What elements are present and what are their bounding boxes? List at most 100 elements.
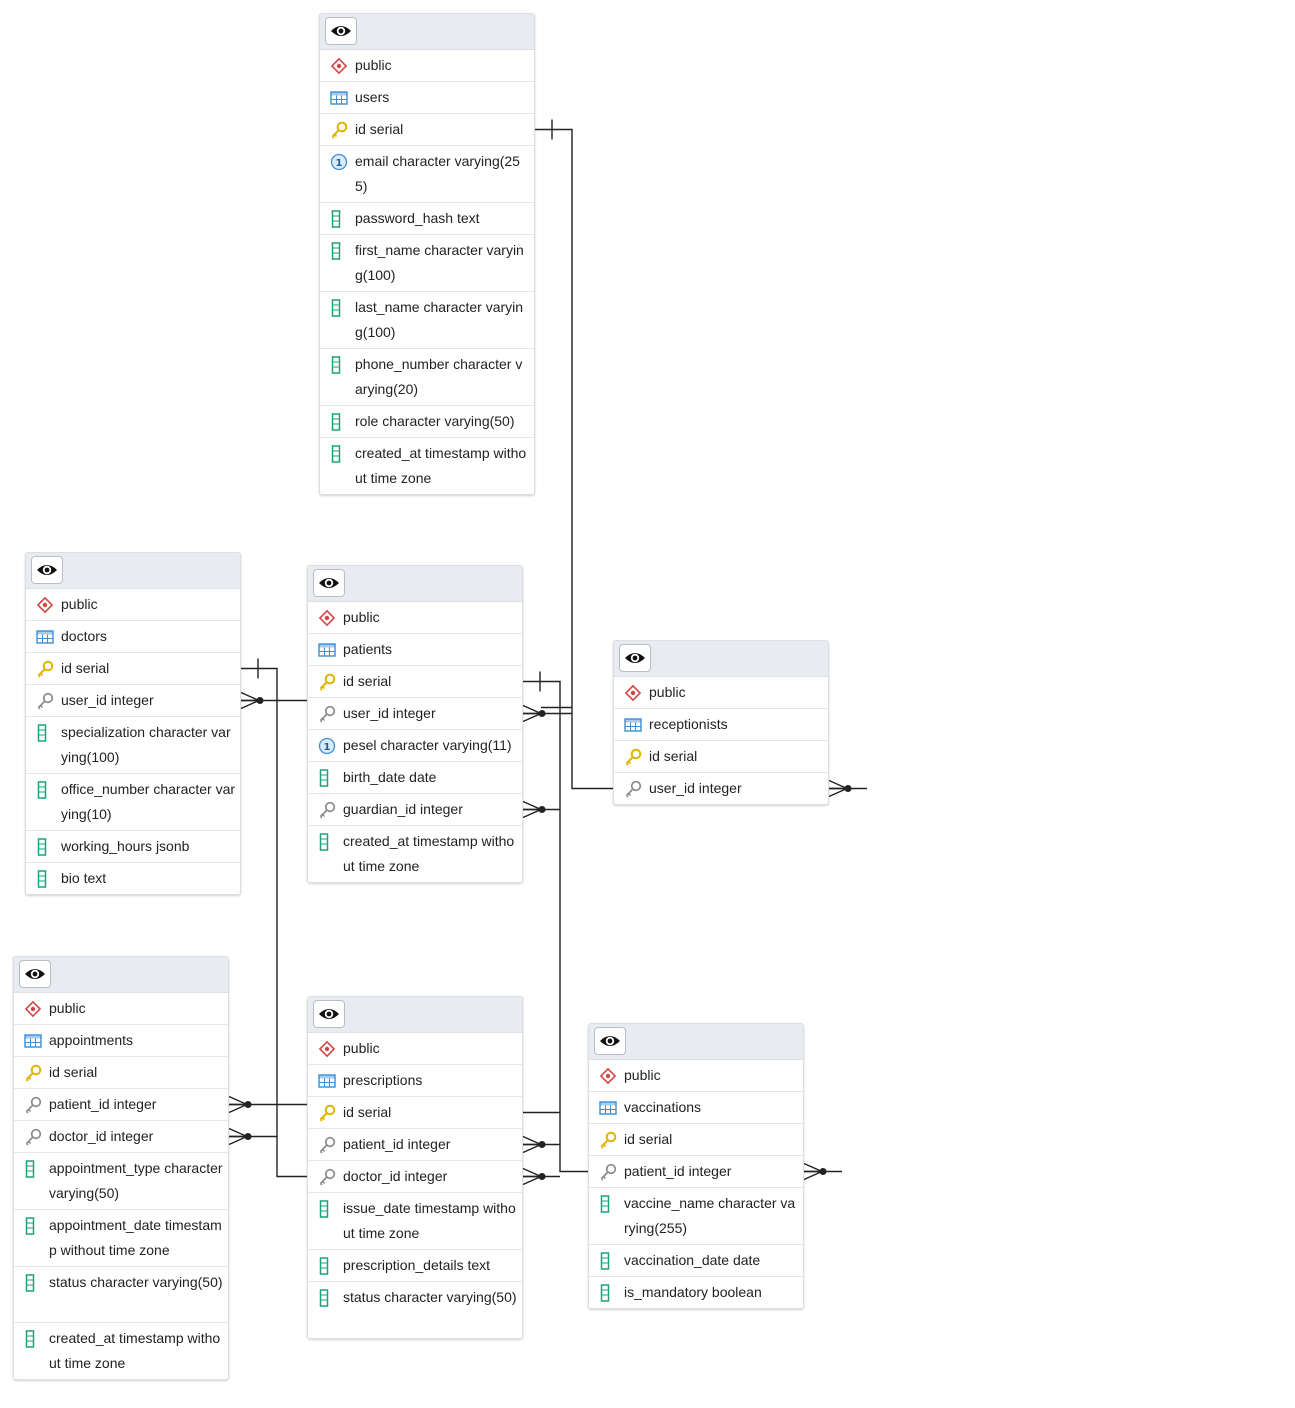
column-icon <box>330 406 350 437</box>
column-row[interactable]: id serial <box>26 653 240 685</box>
link-patients-vaccinations <box>523 680 588 1173</box>
column-row-label: user_id integer <box>343 705 436 721</box>
column-row[interactable]: working_hours jsonb <box>26 831 240 863</box>
column-row[interactable]: doctor_id integer <box>14 1121 228 1153</box>
column-row[interactable]: vaccine_name character varying(255) <box>589 1188 803 1245</box>
column-row-label: patient_id integer <box>624 1163 732 1179</box>
column-row-label: status character varying(50) <box>343 1289 517 1305</box>
column-icon <box>330 349 350 380</box>
column-row-label: guardian_id integer <box>343 801 463 817</box>
schema-diamond-icon <box>599 1060 619 1091</box>
eye-icon[interactable] <box>19 960 51 988</box>
column-row[interactable]: id serial <box>614 741 828 773</box>
schema-row[interactable]: public <box>320 50 534 82</box>
column-row[interactable]: role character varying(50) <box>320 406 534 438</box>
table-name-row-label: receptionists <box>649 716 728 732</box>
table-name-row[interactable]: appointments <box>14 1025 228 1057</box>
column-row[interactable]: birth_date date <box>308 762 522 794</box>
foreign-key-icon <box>24 1089 44 1120</box>
column-row[interactable]: office_number character varying(10) <box>26 774 240 831</box>
column-row[interactable]: appointment_type character varying(50) <box>14 1153 228 1210</box>
column-row[interactable]: id serial <box>308 1097 522 1129</box>
column-row[interactable]: prescription_details text <box>308 1250 522 1282</box>
entity-header <box>308 997 522 1033</box>
schema-row[interactable]: public <box>308 1033 522 1065</box>
eye-icon[interactable] <box>31 556 63 584</box>
column-row[interactable]: patient_id integer <box>14 1089 228 1121</box>
column-row[interactable]: id serial <box>320 114 534 146</box>
eye-icon[interactable] <box>594 1027 626 1055</box>
schema-row[interactable]: public <box>589 1060 803 1092</box>
entity-vaccinations[interactable]: public vaccinations id serial patient_id in… <box>588 1023 804 1309</box>
table-name-row[interactable]: users <box>320 82 534 114</box>
column-row[interactable]: 1 pesel character varying(11) <box>308 730 522 762</box>
schema-row-label: public <box>624 1067 661 1083</box>
table-name-row-label: vaccinations <box>624 1099 702 1115</box>
column-row[interactable]: guardian_id integer <box>308 794 522 826</box>
table-name-row[interactable]: patients <box>308 634 522 666</box>
schema-row[interactable]: public <box>614 677 828 709</box>
prescriptions-doctor-id-fork-crowfoot <box>522 1167 543 1186</box>
table-name-row[interactable]: receptionists <box>614 709 828 741</box>
column-row[interactable]: specialization character varying(100) <box>26 717 240 774</box>
column-row[interactable]: created_at timestamp without time zone <box>320 438 534 494</box>
schema-row[interactable]: public <box>26 589 240 621</box>
column-row[interactable]: patient_id integer <box>589 1156 803 1188</box>
column-row[interactable]: 1 email character varying(255) <box>320 146 534 203</box>
foreign-key-icon <box>318 794 338 825</box>
entity-appointments[interactable]: public appointments id serial patient_id in… <box>13 956 229 1380</box>
column-row[interactable]: patient_id integer <box>308 1129 522 1161</box>
column-icon <box>24 1323 44 1354</box>
column-row[interactable]: issue_date timestamp without time zone <box>308 1193 522 1250</box>
column-row-label: prescription_details text <box>343 1257 491 1273</box>
column-row[interactable]: first_name character varying(100) <box>320 235 534 292</box>
patients-user-id-crowfoot-dot <box>538 710 546 717</box>
vaccinations-patient-id-crowfoot-dot <box>819 1168 827 1175</box>
schema-row[interactable]: public <box>308 602 522 634</box>
eye-icon[interactable] <box>313 1000 345 1028</box>
eye-icon[interactable] <box>325 17 357 45</box>
column-row[interactable]: phone_number character varying(20) <box>320 349 534 406</box>
column-row-label: birth_date date <box>343 769 437 785</box>
column-row[interactable]: status character varying(50) <box>308 1282 522 1338</box>
prescriptions-patient-id-crowfoot <box>522 1135 543 1154</box>
column-row[interactable]: password_hash text <box>320 203 534 235</box>
doctors-user-id-crowfoot-dot <box>256 697 264 704</box>
column-row[interactable]: vaccination_date date <box>589 1245 803 1277</box>
column-row[interactable]: appointment_date timestamp without time … <box>14 1210 228 1267</box>
entity-users[interactable]: public users id serial 1 email character var… <box>319 13 535 495</box>
column-row-label: id serial <box>624 1131 673 1147</box>
schema-diamond-icon <box>24 993 44 1024</box>
column-row[interactable]: id serial <box>589 1124 803 1156</box>
eye-icon[interactable] <box>619 644 651 672</box>
column-row[interactable]: doctor_id integer <box>308 1161 522 1193</box>
column-row[interactable]: user_id integer <box>308 698 522 730</box>
entity-doctors[interactable]: public doctors id serial user_id integer spe… <box>25 552 241 895</box>
column-row[interactable]: user_id integer <box>614 773 828 804</box>
entity-header <box>308 566 522 602</box>
column-row-label: appointment_date timestamp without time … <box>49 1217 222 1258</box>
column-row[interactable]: user_id integer <box>26 685 240 717</box>
schema-diamond-icon <box>318 602 338 633</box>
column-row[interactable]: bio text <box>26 863 240 894</box>
column-icon <box>24 1210 44 1241</box>
entity-patients[interactable]: public patients id serial user_id integer 1 p… <box>307 565 523 883</box>
column-row-label: id serial <box>649 748 698 764</box>
column-row[interactable]: created_at timestamp without time zone <box>308 826 522 882</box>
foreign-key-icon <box>318 1129 338 1160</box>
column-row[interactable]: last_name character varying(100) <box>320 292 534 349</box>
schema-row[interactable]: public <box>14 993 228 1025</box>
column-row[interactable]: is_mandatory boolean <box>589 1277 803 1308</box>
foreign-key-icon <box>318 1161 338 1192</box>
entity-prescriptions[interactable]: public prescriptions id serial patient_id i… <box>307 996 523 1339</box>
table-name-row[interactable]: doctors <box>26 621 240 653</box>
column-row[interactable]: id serial <box>14 1057 228 1089</box>
column-row[interactable]: status character varying(50) <box>14 1267 228 1323</box>
column-row[interactable]: created_at timestamp without time zone <box>14 1323 228 1379</box>
table-name-row[interactable]: vaccinations <box>589 1092 803 1124</box>
entity-receptionists[interactable]: public receptionists id serial user_id inte… <box>613 640 829 805</box>
eye-icon[interactable] <box>313 569 345 597</box>
column-row[interactable]: id serial <box>308 666 522 698</box>
column-row-label: vaccine_name character varying(255) <box>624 1195 796 1236</box>
table-name-row[interactable]: prescriptions <box>308 1065 522 1097</box>
